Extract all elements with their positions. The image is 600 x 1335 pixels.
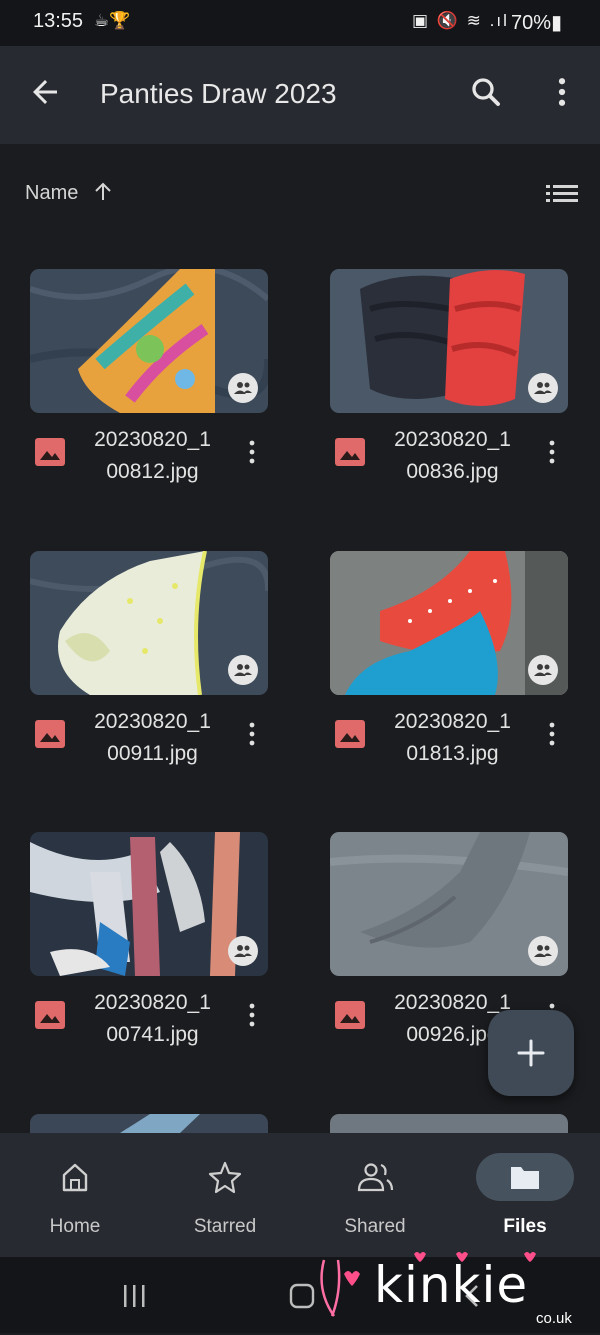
file-name: 20230820_1 00836.jpg bbox=[394, 428, 511, 483]
watermark-logo: kinkie co.uk bbox=[316, 1250, 596, 1330]
file-name: 20230820_1 00741.jpg bbox=[94, 991, 211, 1046]
people-icon bbox=[534, 945, 552, 957]
star-icon bbox=[208, 1161, 242, 1194]
more-vertical-icon[interactable] bbox=[244, 437, 260, 467]
file-thumbnail-partial[interactable] bbox=[30, 1114, 268, 1133]
shared-badge bbox=[528, 373, 558, 403]
image-icon bbox=[335, 438, 365, 466]
more-vertical-icon[interactable] bbox=[544, 719, 560, 749]
app-bar: Panties Draw 2023 bbox=[0, 46, 600, 144]
people-icon bbox=[357, 1163, 394, 1192]
people-icon bbox=[534, 664, 552, 676]
people-icon bbox=[234, 945, 252, 957]
status-bar: 13:55 ☕🏆 ▣ 🔇 ≋ .ıl 70%▮ bbox=[0, 0, 600, 46]
image-icon bbox=[335, 720, 365, 748]
nav-shared-label: Shared bbox=[344, 1216, 406, 1237]
more-vertical-icon[interactable] bbox=[244, 1000, 260, 1030]
file-thumbnail[interactable] bbox=[30, 832, 268, 976]
status-notification-icons: ☕🏆 bbox=[94, 11, 131, 30]
arrow-left-icon[interactable] bbox=[27, 74, 63, 110]
bottom-navigation: Home Starred Shared Files bbox=[0, 1133, 600, 1257]
shared-badge bbox=[228, 373, 258, 403]
thumbnail-image bbox=[120, 1114, 200, 1133]
nav-starred-label: Starred bbox=[193, 1216, 257, 1237]
people-icon bbox=[234, 382, 252, 394]
file-card[interactable]: 20230820_1 01813.jpg bbox=[330, 551, 568, 781]
file-card[interactable]: 20230820_1 00741.jpg bbox=[30, 832, 268, 1062]
nav-files-label: Files bbox=[503, 1216, 547, 1237]
shared-badge bbox=[228, 655, 258, 685]
shared-badge bbox=[528, 936, 558, 966]
home-icon bbox=[62, 1163, 88, 1192]
image-icon bbox=[335, 1001, 365, 1029]
folder-icon bbox=[511, 1167, 539, 1189]
new-button[interactable] bbox=[488, 1010, 574, 1096]
nav-home[interactable]: Home bbox=[0, 1133, 150, 1257]
status-system-icons: ▣ 🔇 ≋ .ıl bbox=[412, 11, 509, 30]
image-icon bbox=[35, 720, 65, 748]
people-icon bbox=[234, 664, 252, 676]
file-thumbnail[interactable] bbox=[30, 269, 268, 413]
list-view-icon[interactable] bbox=[546, 182, 578, 206]
more-vertical-icon[interactable] bbox=[244, 719, 260, 749]
image-icon bbox=[35, 438, 65, 466]
file-thumbnail[interactable] bbox=[30, 551, 268, 695]
sort-by-name-button[interactable]: Name bbox=[25, 182, 78, 205]
more-vertical-icon[interactable] bbox=[548, 74, 576, 110]
file-thumbnail[interactable] bbox=[330, 551, 568, 695]
shared-badge bbox=[528, 655, 558, 685]
arrow-up-icon[interactable] bbox=[92, 180, 114, 204]
file-card[interactable]: 20230820_1 00836.jpg bbox=[330, 269, 568, 499]
nav-files[interactable]: Files bbox=[450, 1133, 600, 1257]
file-card[interactable]: 20230820_1 00911.jpg bbox=[30, 551, 268, 781]
file-card[interactable]: 20230820_1 00812.jpg bbox=[30, 269, 268, 499]
file-thumbnail[interactable] bbox=[330, 832, 568, 976]
home-system-icon[interactable] bbox=[288, 1283, 318, 1309]
file-thumbnail[interactable] bbox=[330, 269, 568, 413]
sort-row: Name bbox=[0, 144, 600, 244]
recent-apps-icon[interactable] bbox=[120, 1283, 150, 1309]
file-name: 20230820_1 00812.jpg bbox=[94, 428, 211, 483]
file-thumbnail-partial[interactable] bbox=[330, 1114, 568, 1133]
file-name: 20230820_1 00911.jpg bbox=[94, 710, 211, 765]
nav-home-label: Home bbox=[49, 1216, 101, 1237]
status-time: 13:55 bbox=[33, 10, 84, 32]
more-vertical-icon[interactable] bbox=[544, 437, 560, 467]
page-title: Panties Draw 2023 bbox=[100, 78, 337, 109]
status-battery: 70%▮ bbox=[511, 12, 563, 34]
search-icon[interactable] bbox=[468, 74, 504, 110]
nav-shared[interactable]: Shared bbox=[300, 1133, 450, 1257]
watermark-domain: co.uk bbox=[536, 1310, 572, 1327]
plus-icon bbox=[517, 1039, 545, 1067]
people-icon bbox=[534, 382, 552, 394]
shared-badge bbox=[228, 936, 258, 966]
image-icon bbox=[35, 1001, 65, 1029]
file-name: 20230820_1 01813.jpg bbox=[394, 710, 511, 765]
nav-starred[interactable]: Starred bbox=[150, 1133, 300, 1257]
watermark-brand: kinkie bbox=[374, 1256, 529, 1314]
